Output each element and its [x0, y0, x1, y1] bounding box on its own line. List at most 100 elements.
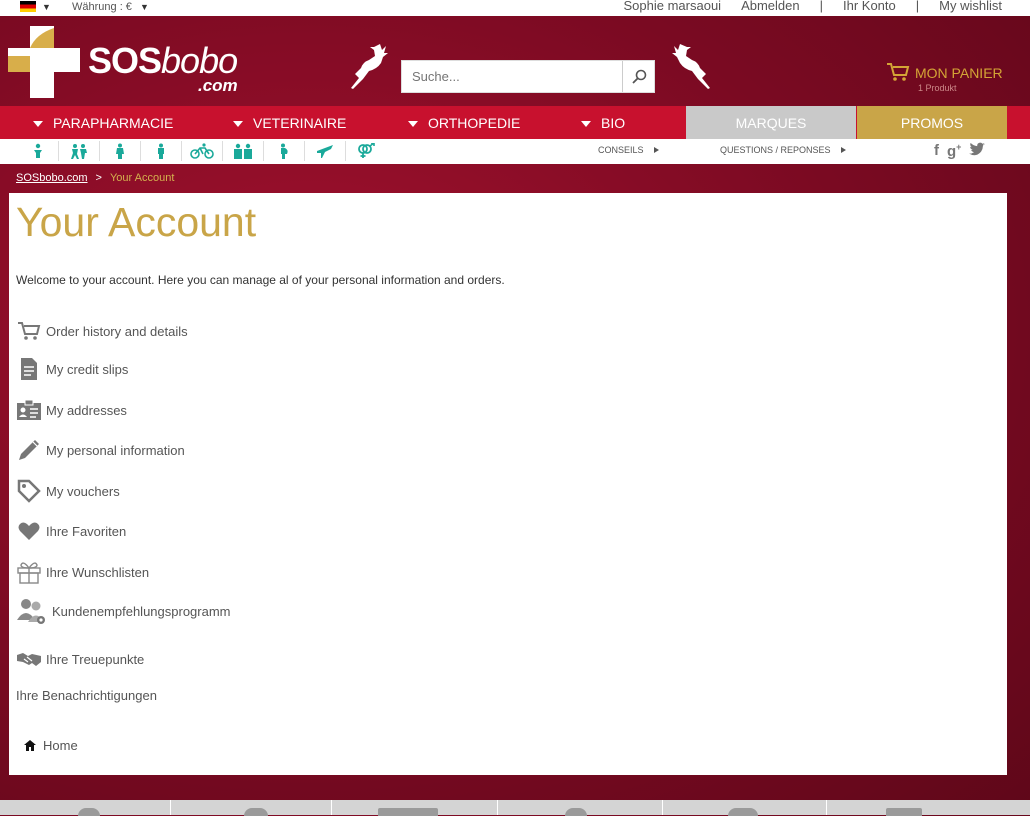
account-item-label: My addresses	[46, 402, 127, 418]
search-box	[401, 60, 655, 93]
chevron-down-icon: ▼	[134, 2, 149, 12]
dropdown-arrow-icon	[33, 121, 43, 128]
man-icon[interactable]	[141, 141, 182, 161]
social-links: f g+	[934, 142, 986, 160]
home-link[interactable]: Home	[24, 738, 78, 753]
arrow-right-icon	[653, 147, 659, 153]
google-plus-icon[interactable]: g+	[947, 142, 961, 160]
currency-selector[interactable]: Währung : € ▼	[72, 1, 149, 13]
home-icon	[24, 740, 36, 751]
cart-widget[interactable]: MON PANIER 1 Produkt	[886, 62, 1003, 93]
twitter-icon[interactable]	[969, 142, 986, 156]
id-card-icon	[17, 399, 41, 420]
account-link[interactable]: Ihr Konto	[843, 0, 896, 13]
divider	[662, 800, 663, 815]
account-item-personal-info[interactable]: My personal information	[16, 437, 185, 463]
baby-icon[interactable]	[18, 141, 59, 161]
breadcrumb-home-link[interactable]: SOSbobo.com	[16, 172, 88, 184]
account-item-label: Kundenempfehlungsprogramm	[52, 603, 231, 619]
user-name-link[interactable]: Sophie marsaoui	[624, 0, 722, 13]
account-item-wishlists[interactable]: Ihre Wunschlisten	[16, 559, 149, 585]
brand-sos: SOS	[88, 40, 162, 81]
divider	[826, 800, 827, 815]
account-item-label: My vouchers	[46, 483, 120, 499]
handshake-icon	[17, 653, 41, 666]
german-flag-icon	[20, 1, 36, 12]
dropdown-arrow-icon	[408, 121, 418, 128]
account-item-label: My credit slips	[46, 361, 129, 377]
nav-bio[interactable]: BIO	[581, 106, 625, 139]
facebook-icon[interactable]: f	[934, 142, 939, 160]
conseils-link[interactable]: CONSEILS	[598, 145, 659, 155]
account-item-order-history[interactable]: Order history and details	[16, 318, 188, 344]
questions-link[interactable]: QUESTIONS / REPONSES	[720, 145, 846, 155]
nav-label: ORTHOPEDIE	[428, 115, 521, 131]
document-icon	[21, 358, 37, 380]
questions-label: QUESTIONS / REPONSES	[720, 145, 831, 155]
nav-orthopedie[interactable]: ORTHOPEDIE	[408, 106, 520, 139]
account-item-label: Ihre Treuepunkte	[46, 651, 145, 667]
breadcrumb: SOSbobo.com > Your Account	[16, 172, 174, 184]
woman-icon[interactable]	[100, 141, 141, 161]
nav-parapharmacie[interactable]: PARAPHARMACIE	[33, 106, 173, 139]
user-links: Sophie marsaoui Abmelden | Ihr Konto | M…	[624, 0, 1003, 13]
kids-icon[interactable]	[59, 141, 100, 161]
currency-label: Währung : €	[72, 1, 132, 13]
account-item-label: Order history and details	[46, 323, 188, 339]
nav-veterinaire[interactable]: VETERINAIRE	[233, 106, 346, 139]
welcome-text: Welcome to your account. Here you can ma…	[16, 273, 505, 287]
gift-icon	[17, 562, 41, 584]
conseils-label: CONSEILS	[598, 145, 644, 155]
account-item-credit-slips[interactable]: My credit slips	[16, 356, 128, 382]
dropdown-arrow-icon	[233, 121, 243, 128]
nav-marques[interactable]: MARQUES	[686, 106, 856, 139]
wishlist-link[interactable]: My wishlist	[939, 0, 1002, 13]
site-logo[interactable]: SOSbobo .com	[8, 26, 248, 98]
cart-count: 1 Produkt	[918, 83, 957, 93]
search-icon	[631, 69, 646, 84]
breadcrumb-separator: >	[95, 172, 102, 184]
brand-bobo: bobo	[161, 40, 238, 81]
search-button[interactable]	[622, 61, 654, 92]
account-item-loyalty-points[interactable]: Ihre Treuepunkte	[16, 646, 144, 672]
language-selector[interactable]: ▼	[20, 1, 51, 12]
search-input[interactable]	[402, 61, 644, 92]
account-item-referral[interactable]: Kundenempfehlungsprogramm	[16, 598, 231, 624]
dropdown-arrow-icon	[581, 121, 591, 128]
arrow-right-icon	[840, 147, 846, 153]
nav-promos[interactable]: PROMOS	[857, 106, 1007, 139]
divider	[497, 800, 498, 815]
tag-icon	[17, 479, 41, 503]
nav-label: PARAPHARMACIE	[53, 115, 174, 131]
referral-icon	[17, 599, 45, 624]
pregnant-icon[interactable]	[264, 141, 305, 161]
reindeer-icon	[672, 44, 710, 89]
nav-spacer	[1008, 106, 1030, 139]
account-panel: Your Account Welcome to your account. He…	[9, 193, 1007, 775]
footer-features-bar	[0, 800, 1030, 816]
account-item-vouchers[interactable]: My vouchers	[16, 478, 120, 504]
account-item-addresses[interactable]: My addresses	[16, 397, 127, 423]
account-item-label: Ihre Wunschlisten	[46, 564, 150, 580]
reindeer-icon	[351, 44, 388, 89]
home-label: Home	[43, 738, 78, 753]
cart-icon	[887, 63, 910, 81]
account-item-favorites[interactable]: Ihre Favoriten	[16, 518, 126, 544]
divider	[170, 800, 171, 815]
logout-link[interactable]: Abmelden	[741, 0, 800, 13]
heart-icon	[18, 522, 40, 540]
audience-icons	[18, 141, 386, 161]
bike-icon[interactable]	[182, 141, 223, 161]
brand-domain: .com	[198, 76, 238, 95]
separator: |	[819, 0, 823, 13]
notifications-link[interactable]: Ihre Benachrichtigungen	[16, 688, 157, 703]
top-utility-bar: ▼ Währung : € ▼ Sophie marsaoui Abmelden…	[0, 0, 1030, 16]
page-title: Your Account	[16, 199, 257, 245]
family-icon[interactable]	[223, 141, 264, 161]
nav-label: VETERINAIRE	[253, 115, 347, 131]
gender-icon[interactable]	[346, 141, 386, 161]
account-item-label: Ihre Favoriten	[46, 523, 127, 539]
category-subnav: CONSEILS QUESTIONS / REPONSES f g+	[0, 139, 1030, 164]
account-item-label: My personal information	[46, 442, 185, 458]
travel-icon[interactable]	[305, 141, 346, 161]
